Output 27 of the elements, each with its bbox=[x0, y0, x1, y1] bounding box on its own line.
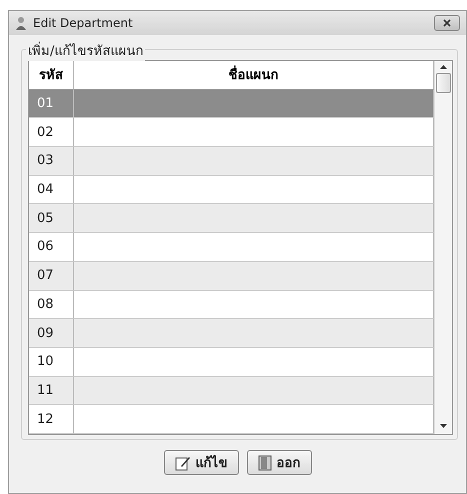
exit-button[interactable]: ออก bbox=[246, 450, 312, 475]
edit-button[interactable]: แก้ไข bbox=[164, 450, 238, 475]
down-arrow-icon[interactable] bbox=[440, 424, 447, 428]
table-cell: 07 bbox=[29, 262, 74, 290]
pencil-icon bbox=[174, 454, 190, 470]
table-cell: 03 bbox=[29, 147, 74, 176]
up-arrow-icon[interactable] bbox=[440, 65, 447, 69]
close-button[interactable] bbox=[434, 15, 460, 31]
group-label: เพิ่ม/แก้ไขรหัสแผนก bbox=[26, 40, 146, 61]
door-icon bbox=[258, 454, 272, 470]
table-cell: 09 bbox=[29, 319, 74, 348]
table-cell: 02 bbox=[29, 118, 74, 148]
table-cell: 12 bbox=[29, 405, 74, 434]
table-cell: 06 bbox=[29, 233, 74, 262]
table-cell: 04 bbox=[29, 176, 74, 204]
table-cell: 01 bbox=[29, 90, 74, 118]
column-header[interactable]: ชื่อแผนก bbox=[74, 61, 434, 90]
table-cell: 11 bbox=[29, 376, 74, 406]
table-cell: 08 bbox=[29, 290, 74, 320]
person-icon bbox=[15, 16, 27, 30]
close-icon bbox=[443, 19, 451, 27]
table-cell: 05 bbox=[29, 204, 74, 234]
window-title: Edit Department bbox=[33, 16, 134, 30]
scrollbar[interactable] bbox=[434, 61, 452, 434]
column-header[interactable]: รหัส bbox=[29, 61, 74, 90]
scroll-thumb[interactable] bbox=[436, 73, 451, 93]
table-cell: 10 bbox=[29, 348, 74, 377]
